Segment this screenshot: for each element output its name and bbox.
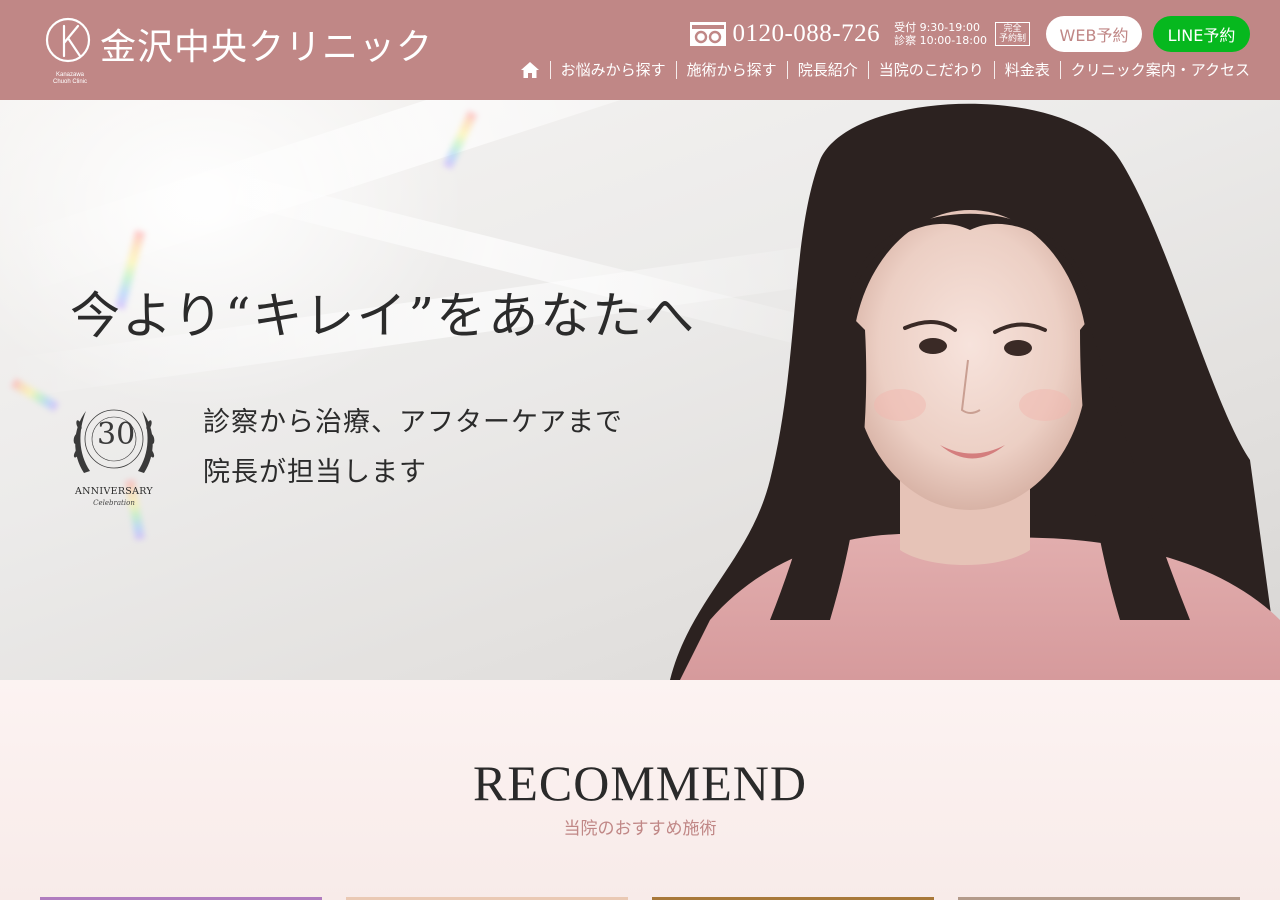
logo-mark-icon: Kanazawa Chuoh Clinic xyxy=(44,16,92,86)
section-title: RECOMMEND xyxy=(472,755,808,811)
line-reserve-button[interactable]: LINE予約 xyxy=(1153,16,1250,52)
freedial-icon xyxy=(690,22,727,46)
web-reserve-button[interactable]: WEB予約 xyxy=(1046,16,1142,52)
hero-subtext: 診察から治療、アフターケアまで 院長が担当します xyxy=(203,407,623,488)
anniversary-number: 30 xyxy=(97,417,136,452)
contact-bar: 0120-088-726 受付 9:30-19:00 診察 10:00-18:0… xyxy=(690,16,1250,52)
nav-item-price[interactable]: 料金表 xyxy=(993,61,1060,79)
logo-subtitle: Kanazawa Chuoh Clinic xyxy=(52,72,88,85)
nav-item-commitment[interactable]: 当院のこだわり xyxy=(867,61,994,79)
home-icon xyxy=(520,62,539,78)
nav-item-treatments[interactable]: 施術から探す xyxy=(675,61,787,79)
anniversary-label: ANNIVERSARY xyxy=(75,486,153,497)
business-hours: 受付 9:30-19:00 診察 10:00-18:00 xyxy=(894,21,987,47)
nav-home[interactable] xyxy=(520,61,550,79)
nav-item-director[interactable]: 院長紹介 xyxy=(786,61,868,79)
nav-item-concerns[interactable]: お悩みから探す xyxy=(549,61,676,79)
global-nav: お悩みから探す 施術から探す 院長紹介 当院のこだわり 料金表 クリニック案内・… xyxy=(520,61,1250,79)
site-header: Kanazawa Chuoh Clinic 金沢中央クリニック 0120-088… xyxy=(0,0,1280,100)
anniversary-badge: 30 ANNIVERSARY Celebration xyxy=(64,393,164,513)
clinic-logo[interactable]: Kanazawa Chuoh Clinic 金沢中央クリニック xyxy=(44,16,433,86)
hero-section: 今より“キレイ”をあなたへ 30 ANNIVERSARY Celebration… xyxy=(0,100,1280,680)
anniversary-script: Celebration xyxy=(93,499,135,507)
section-subtitle: 当院のおすすめ施術 xyxy=(563,819,717,839)
model-photo xyxy=(670,103,1280,680)
recommend-section: RECOMMEND 当院のおすすめ施術 xyxy=(0,680,1280,900)
clinic-name: 金沢中央クリニック xyxy=(100,27,434,68)
hero-headline: 今より“キレイ”をあなたへ xyxy=(70,287,697,345)
nav-item-access[interactable]: クリニック案内・アクセス xyxy=(1059,61,1250,79)
phone-number[interactable]: 0120-088-726 xyxy=(732,20,880,48)
reservation-only-badge: 完全 予約制 xyxy=(994,22,1030,46)
